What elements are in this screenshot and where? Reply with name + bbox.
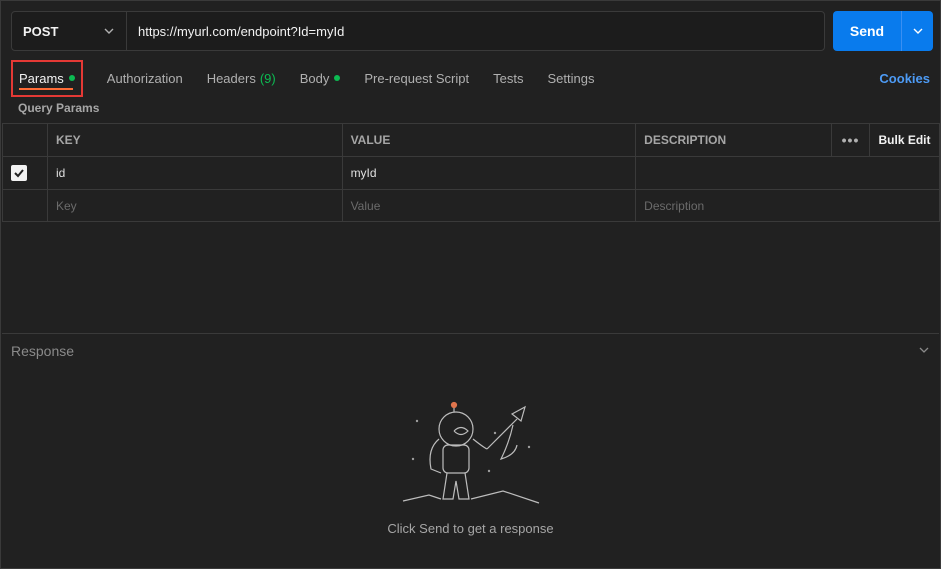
status-dot-icon (68, 75, 75, 81)
status-dot-icon (334, 75, 341, 81)
tab-pre-request-script[interactable]: Pre-request Script (364, 71, 469, 86)
column-header-value: VALUE (341, 123, 637, 157)
tab-label: Tests (493, 70, 524, 86)
tab-label: Body (299, 70, 330, 86)
tab-body[interactable]: Body (300, 71, 341, 86)
new-value-input[interactable]: Value (341, 189, 637, 222)
column-header-description: DESCRIPTION (635, 123, 833, 157)
param-key-cell[interactable]: id (46, 156, 343, 190)
row-checkbox-cell (2, 156, 48, 190)
tab-label: Params (19, 70, 64, 86)
checkmark-icon (14, 169, 24, 178)
empty-checkbox-cell (2, 189, 48, 222)
tab-settings[interactable]: Settings (547, 71, 594, 86)
row-checkbox[interactable] (11, 165, 27, 181)
param-value-cell[interactable]: myId (341, 156, 637, 190)
request-bar: POST https://myurl.com/endpoint?Id=myId (11, 11, 825, 51)
method-select[interactable]: POST (12, 12, 127, 50)
new-description-input[interactable]: Description (635, 189, 940, 222)
tab-headers[interactable]: Headers (9) (207, 71, 276, 86)
tab-tests[interactable]: Tests (493, 71, 523, 86)
headers-count: (9) (259, 70, 276, 86)
request-tabs: Params Authorization Headers (9) Body Pr… (11, 59, 930, 97)
table-row: id myId (2, 156, 940, 190)
tab-params[interactable]: Params (11, 59, 83, 97)
chevron-down-icon (104, 28, 114, 34)
params-table: KEY VALUE DESCRIPTION ••• Bulk Edit id m… (2, 123, 940, 222)
table-row-empty: Key Value Description (2, 189, 940, 222)
astronaut-illustration-icon (402, 401, 540, 504)
param-description-cell[interactable] (635, 156, 940, 190)
column-header-key: KEY (46, 123, 343, 157)
chevron-down-icon (913, 28, 922, 34)
send-button[interactable]: Send (833, 11, 901, 51)
response-empty-message: Click Send to get a response (387, 521, 554, 536)
section-title: Query Params (18, 101, 100, 115)
bulk-edit-button[interactable]: Bulk Edit (869, 123, 940, 157)
table-header-row: KEY VALUE DESCRIPTION ••• Bulk Edit (2, 123, 940, 157)
tab-label: Authorization (106, 70, 183, 86)
url-input[interactable]: https://myurl.com/endpoint?Id=myId (127, 24, 344, 39)
header-checkbox-cell (2, 123, 48, 157)
pane-divider[interactable] (2, 333, 939, 334)
tab-label: Settings (547, 70, 595, 86)
response-title: Response (11, 343, 75, 359)
method-label: POST (23, 23, 59, 39)
tab-label: Headers (206, 70, 256, 86)
tab-label: Pre-request Script (364, 70, 470, 86)
new-key-input[interactable]: Key (46, 189, 343, 222)
more-options-button[interactable]: ••• (831, 123, 870, 157)
cookies-link[interactable]: Cookies (879, 71, 930, 86)
chevron-down-icon[interactable] (917, 343, 931, 357)
tab-authorization[interactable]: Authorization (107, 71, 183, 86)
send-button-group: Send (833, 11, 933, 51)
send-options-button[interactable] (901, 11, 933, 51)
